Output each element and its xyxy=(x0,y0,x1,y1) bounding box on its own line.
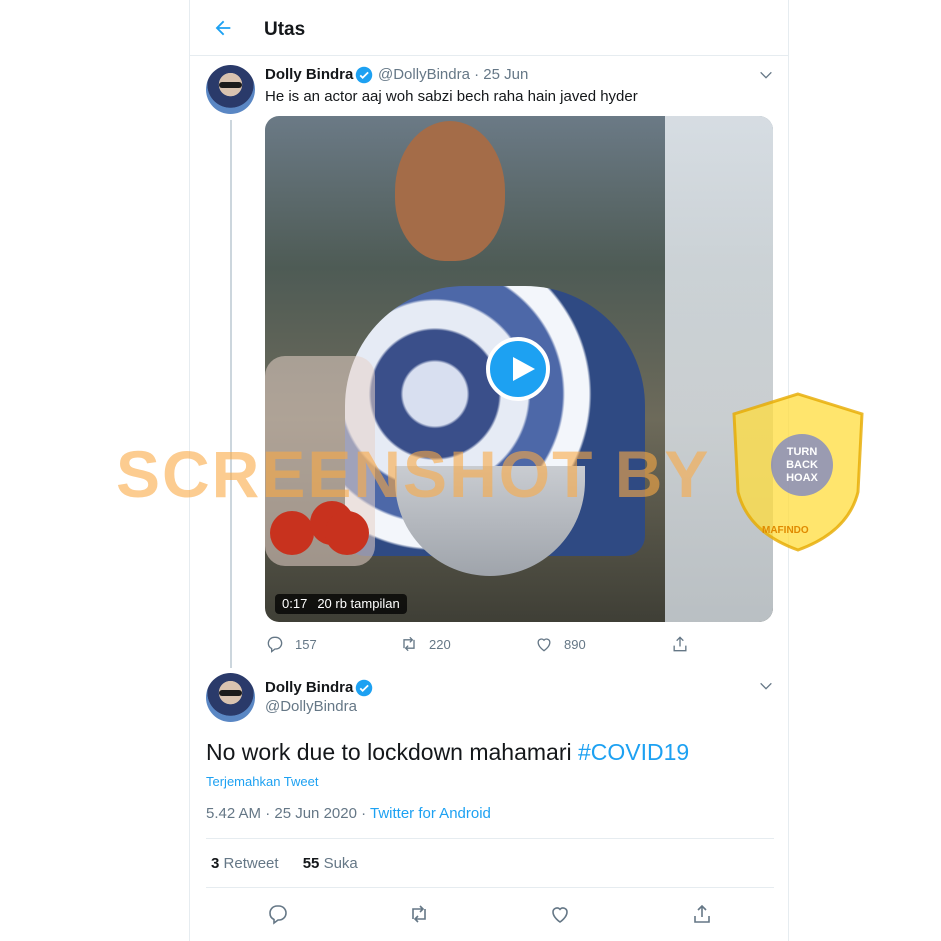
tweet-text: He is an actor aaj woh sabzi bech raha h… xyxy=(265,88,638,105)
hashtag-link[interactable]: #COVID19 xyxy=(578,739,689,765)
chevron-down-icon[interactable] xyxy=(758,67,774,83)
source-link[interactable]: Twitter for Android xyxy=(370,805,491,822)
retweet-icon[interactable] xyxy=(407,902,431,926)
like-icon[interactable] xyxy=(548,902,572,926)
play-icon[interactable] xyxy=(486,337,550,401)
hoax-badge-brand: MAFINDO xyxy=(762,525,809,536)
reply-button[interactable]: 157 xyxy=(265,634,317,654)
timestamp-text[interactable]: 5.42 AM · 25 Jun 2020 · xyxy=(206,805,370,822)
like-icon xyxy=(537,638,551,652)
avatar[interactable] xyxy=(206,65,255,114)
video-player[interactable]: 0:17 20 rb tampilan xyxy=(265,116,773,622)
retweets-stat[interactable]: 3 Retweet xyxy=(211,855,279,872)
thread-connector-line xyxy=(230,120,232,668)
retweet-icon xyxy=(403,636,415,652)
like-button[interactable]: 890 xyxy=(534,634,586,654)
video-duration-badge: 0:17 20 rb tampilan xyxy=(275,594,407,614)
divider xyxy=(206,887,774,888)
author-name[interactable]: Dolly Bindra xyxy=(265,66,353,83)
like-count: 890 xyxy=(564,636,586,652)
translate-tweet-link[interactable]: Terjemahkan Tweet xyxy=(206,774,319,789)
verified-icon xyxy=(355,66,373,84)
video-views: 20 rb tampilan xyxy=(317,596,400,611)
page-header: Utas xyxy=(190,0,788,56)
share-icon[interactable] xyxy=(690,902,714,926)
tweet-timestamp: 5.42 AM · 25 Jun 2020 · Twitter for Andr… xyxy=(206,805,491,822)
reply-icon xyxy=(267,636,283,653)
author-handle[interactable]: @DollyBindra xyxy=(378,66,470,83)
chevron-down-icon[interactable] xyxy=(758,678,774,694)
page-title: Utas xyxy=(264,19,306,40)
back-arrow-icon[interactable] xyxy=(212,17,234,39)
watermark-text: SCREENSHOT BY xyxy=(116,437,711,511)
share-icon xyxy=(673,636,687,652)
retweet-button[interactable]: 220 xyxy=(399,634,451,654)
tweet-stats: 3 Retweet 55 Suka xyxy=(211,855,378,872)
share-button[interactable] xyxy=(670,634,700,654)
verified-icon xyxy=(355,679,373,697)
divider xyxy=(206,838,774,839)
author-name[interactable]: Dolly Bindra xyxy=(265,679,353,696)
tweet-text: No work due to lockdown mahamari #COVID1… xyxy=(206,739,689,766)
avatar[interactable] xyxy=(206,673,255,722)
video-duration: 0:17 xyxy=(282,596,308,611)
author-handle[interactable]: @DollyBindra xyxy=(265,698,357,715)
reply-icon[interactable] xyxy=(266,902,290,926)
tweet-meta: @DollyBindra · 25 Jun xyxy=(378,66,529,83)
reply-count: 157 xyxy=(295,636,317,652)
tweet-date[interactable]: 25 Jun xyxy=(483,66,528,83)
hoax-badge-logo: TURN BACK HOAX xyxy=(771,434,833,496)
retweet-count: 220 xyxy=(429,636,451,652)
tweet-body: No work due to lockdown mahamari xyxy=(206,739,572,765)
likes-stat[interactable]: 55 Suka xyxy=(303,855,358,872)
